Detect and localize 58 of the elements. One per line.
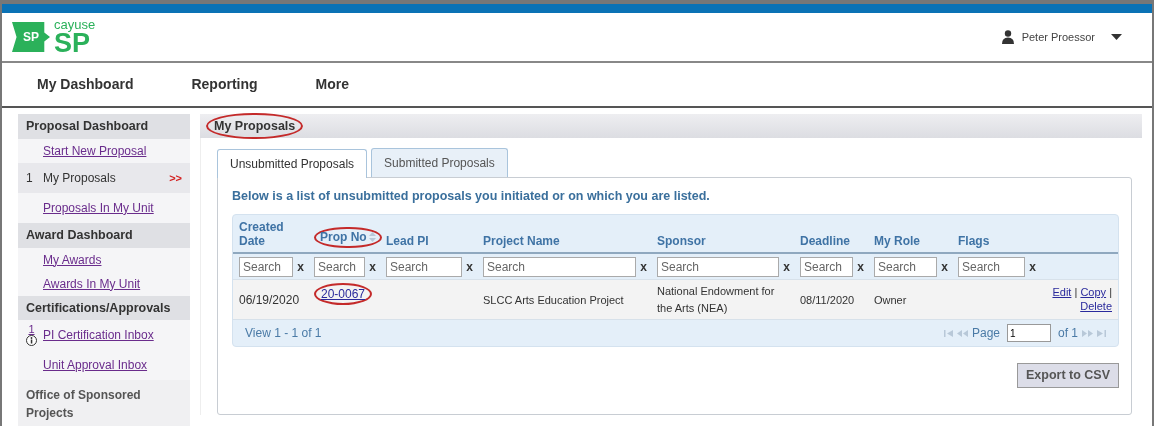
nav-link[interactable]: More xyxy=(315,74,350,95)
clear-button[interactable]: x xyxy=(466,258,473,277)
count-label: 1 xyxy=(26,169,33,187)
clear-button[interactable]: x xyxy=(297,258,304,277)
action-link[interactable]: Copy xyxy=(1080,286,1107,299)
action-link[interactable]: Edit xyxy=(1052,286,1072,299)
page-total: of 1 xyxy=(1058,325,1078,343)
search-field[interactable]: Search xyxy=(657,257,780,278)
proposal-link[interactable]: 20-0067 xyxy=(314,282,373,305)
table-cell: SLCC Arts Education Project xyxy=(483,293,624,306)
export-button[interactable]: Export to CSV xyxy=(1016,363,1119,389)
tab[interactable]: Unsubmitted Proposals xyxy=(217,149,368,178)
search-field[interactable]: Search xyxy=(483,257,637,278)
clear-button[interactable]: x xyxy=(857,258,864,277)
column-header: Created Date xyxy=(239,220,285,249)
count-link[interactable]: 1 xyxy=(28,324,35,336)
search-field[interactable]: Search xyxy=(800,257,854,278)
table-cell: Owner xyxy=(874,293,907,306)
sidebar-heading: Certifications/Approvals xyxy=(18,295,190,321)
tab[interactable]: Submitted Proposals xyxy=(371,148,508,177)
page-field[interactable]: 1 xyxy=(1007,324,1051,343)
separator: | xyxy=(1109,286,1112,299)
clear-button[interactable]: x xyxy=(941,258,948,277)
column-header: My Role xyxy=(874,234,920,249)
logo-badge: SP xyxy=(12,22,50,52)
clear-button[interactable]: x xyxy=(1029,258,1036,277)
sidebar-link[interactable]: PI Certification Inbox xyxy=(43,326,154,345)
column-header: Sponsor xyxy=(657,234,706,249)
column-header[interactable]: Prop No xyxy=(314,226,382,249)
nav-link[interactable]: Reporting xyxy=(191,74,258,95)
table-cell: 06/19/2020 xyxy=(239,292,300,307)
clear-button[interactable]: x xyxy=(369,258,376,277)
sidebar-heading: Award Dashboard xyxy=(18,222,190,248)
record-count: View 1 - 1 of 1 xyxy=(245,325,322,343)
action-link[interactable]: Delete xyxy=(1080,299,1112,312)
active-marker: >> xyxy=(169,170,182,186)
sidebar-item[interactable]: My Proposals xyxy=(43,168,116,187)
table-cell: National Endowment for the Arts (NEA) xyxy=(657,285,775,314)
clear-button[interactable]: x xyxy=(640,258,647,277)
sidebar-heading: Office of Sponsored Projects xyxy=(18,380,190,426)
sidebar-heading: Proposal Dashboard xyxy=(18,114,190,139)
search-field[interactable]: Search xyxy=(239,257,294,278)
search-field[interactable]: Search xyxy=(874,257,938,278)
description-text: Below is a list of unsubmitted proposals you initiated or on which you are listed. xyxy=(232,188,711,205)
table-cell: 08/11/2020 xyxy=(800,293,855,306)
search-field[interactable]: Search xyxy=(386,257,463,278)
column-header: Project Name xyxy=(483,234,560,249)
column-header: Deadline xyxy=(800,234,850,249)
column-header: Flags xyxy=(958,234,990,249)
search-field[interactable]: Search xyxy=(958,257,1026,278)
user-name[interactable]: Peter Proessor xyxy=(1021,28,1095,46)
separator: | xyxy=(1074,286,1078,299)
column-header: Lead PI xyxy=(386,234,429,249)
logo-text: cayuse xyxy=(54,18,96,32)
nav-link[interactable]: My Dashboard xyxy=(37,74,134,95)
page-label: Page xyxy=(971,325,1000,343)
search-field[interactable]: Search xyxy=(314,257,366,278)
clear-button[interactable]: x xyxy=(783,258,790,277)
